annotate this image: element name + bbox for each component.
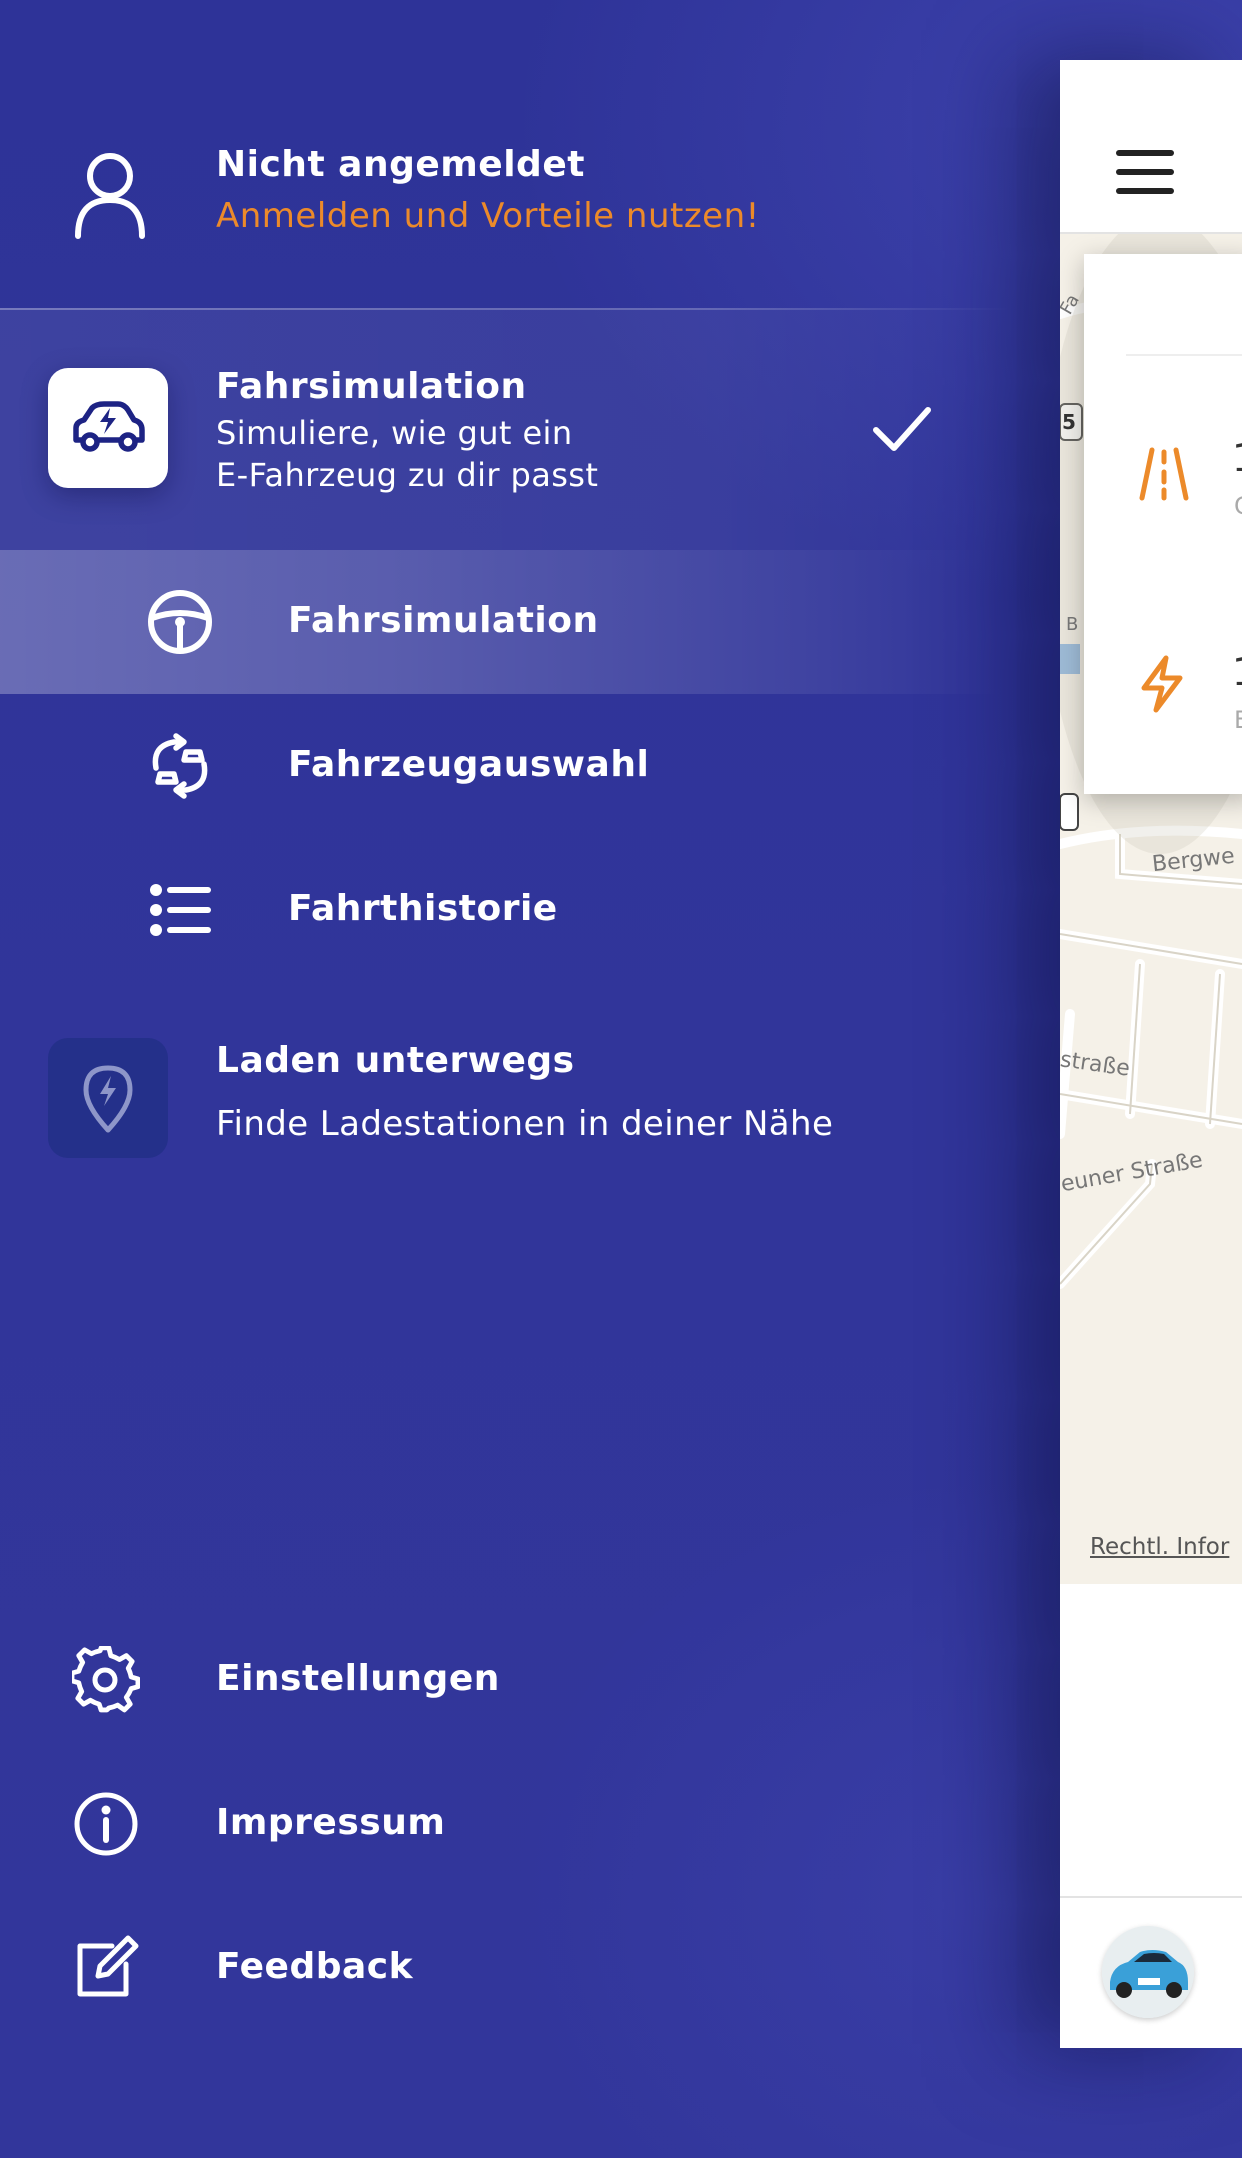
charging-pin-icon xyxy=(83,1065,133,1133)
main-header xyxy=(1060,60,1242,234)
edit-icon xyxy=(77,1935,139,1997)
sub-item-label: Fahrzeugauswahl xyxy=(288,744,650,785)
map-label-road-number: 5 xyxy=(1062,410,1076,434)
card-value-unit: C xyxy=(1234,492,1242,520)
map-label-street: B xyxy=(1066,614,1079,635)
map-view[interactable]: straße euner Straße Bergwe 5 Fa B 1 C xyxy=(1060,234,1242,1584)
charging-app-tile xyxy=(48,1038,168,1158)
menu-item-settings[interactable]: Einstellungen xyxy=(0,1630,900,1730)
user-status: Nicht angemeldet xyxy=(216,144,585,185)
section-description-line: Simuliere, wie gut ein xyxy=(216,414,573,452)
checkmark-icon xyxy=(873,407,931,451)
car-swap-icon xyxy=(152,733,208,799)
sub-item-fahrthistorie[interactable]: Fahrthistorie xyxy=(0,838,1000,982)
sub-item-fahrsimulation[interactable]: Fahrsimulation xyxy=(0,550,1000,694)
card-value: 1 xyxy=(1232,650,1242,694)
simulation-app-tile xyxy=(48,368,168,488)
section-title: Fahrsimulation xyxy=(216,366,527,407)
section-description: Finde Ladestationen in deiner Nähe xyxy=(216,1104,834,1144)
road-icon xyxy=(1139,447,1189,501)
section-description-line: E-Fahrzeug zu dir passt xyxy=(216,456,599,494)
card-divider xyxy=(1126,354,1242,356)
menu-item-label: Impressum xyxy=(216,1802,446,1843)
hamburger-menu-icon[interactable] xyxy=(1116,150,1174,194)
gear-icon xyxy=(72,1646,140,1713)
menu-item-feedback[interactable]: Feedback xyxy=(0,1918,900,2018)
route-info-card[interactable]: 1 C 1 E xyxy=(1084,254,1242,794)
main-screen-peek[interactable]: straße euner Straße Bergwe 5 Fa B 1 C xyxy=(1060,60,1242,2048)
card-value: 1 xyxy=(1232,436,1242,480)
lightning-icon xyxy=(1141,655,1183,713)
info-icon xyxy=(74,1792,138,1856)
menu-item-impressum[interactable]: Impressum xyxy=(0,1774,900,1874)
list-icon xyxy=(150,884,211,936)
user-icon xyxy=(75,153,145,239)
sub-item-fahrzeugauswahl[interactable]: Fahrzeugauswahl xyxy=(0,694,1000,838)
sub-item-label: Fahrsimulation xyxy=(288,600,599,641)
car-photo-icon xyxy=(1102,1926,1194,2018)
menu-item-label: Feedback xyxy=(216,1946,414,1987)
main-footer xyxy=(1060,1896,1242,2048)
sub-item-label: Fahrthistorie xyxy=(288,888,558,929)
electric-car-icon xyxy=(73,401,145,452)
login-link[interactable]: Anmelden und Vorteile nutzen! xyxy=(216,196,760,236)
section-description: Simuliere, wie gut ein E-Fahrzeug zu dir… xyxy=(216,412,816,496)
section-title: Laden unterwegs xyxy=(216,1040,575,1081)
card-value-unit: E xyxy=(1234,706,1242,734)
menu-item-label: Einstellungen xyxy=(216,1658,500,1699)
steering-wheel-icon xyxy=(148,590,212,654)
map-legal-link[interactable]: Rechtl. Infor xyxy=(1090,1534,1229,1560)
vehicle-avatar[interactable] xyxy=(1102,1926,1194,2018)
